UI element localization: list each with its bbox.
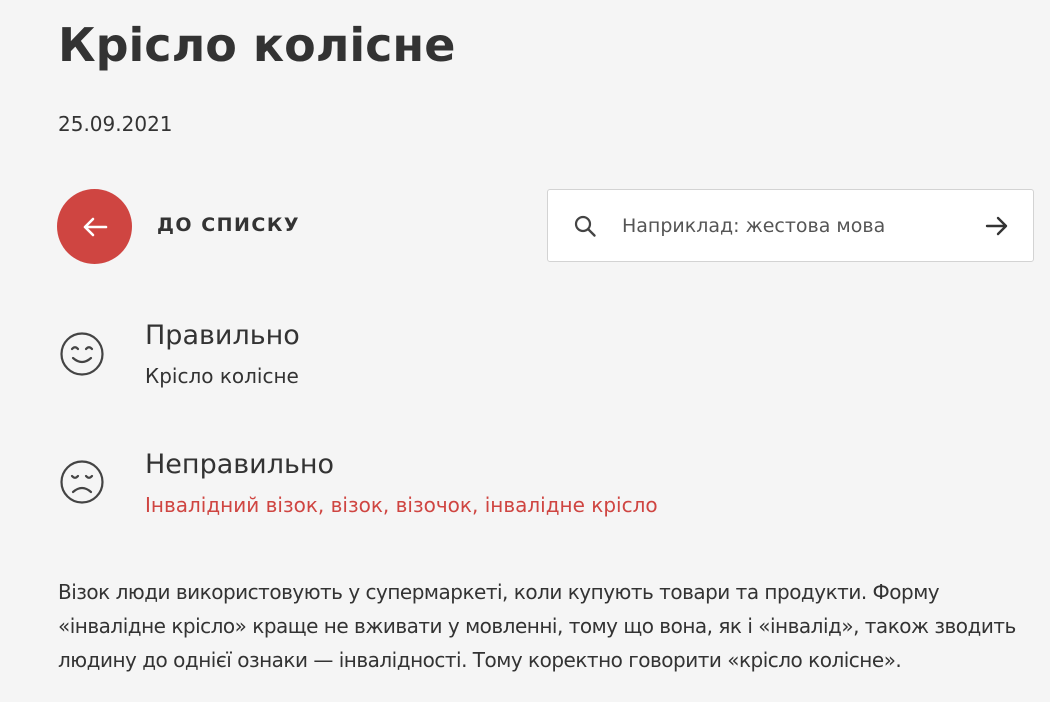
back-to-list-link[interactable]: ДО СПИСКУ xyxy=(157,211,300,239)
search-submit-button[interactable] xyxy=(983,212,1011,240)
page-title: Крісло колісне xyxy=(58,18,456,72)
incorrect-terms: Інвалідний візок, візок, візочок, інвалі… xyxy=(145,493,658,517)
publication-date: 25.09.2021 xyxy=(58,112,173,136)
back-to-list-button[interactable] xyxy=(57,189,132,264)
description-text: Візок люди використовують у супермаркеті… xyxy=(58,580,1016,672)
arrow-left-icon xyxy=(83,217,107,236)
incorrect-heading: Неправильно xyxy=(145,449,335,480)
correct-heading: Правильно xyxy=(145,320,300,351)
arrow-right-icon xyxy=(985,216,1008,236)
correct-term: Крісло колісне xyxy=(145,364,299,388)
sad-face-icon xyxy=(60,460,104,504)
search-icon xyxy=(574,215,596,237)
smiling-face-icon xyxy=(60,332,104,376)
search-box xyxy=(547,189,1034,262)
search-input[interactable] xyxy=(622,208,962,244)
